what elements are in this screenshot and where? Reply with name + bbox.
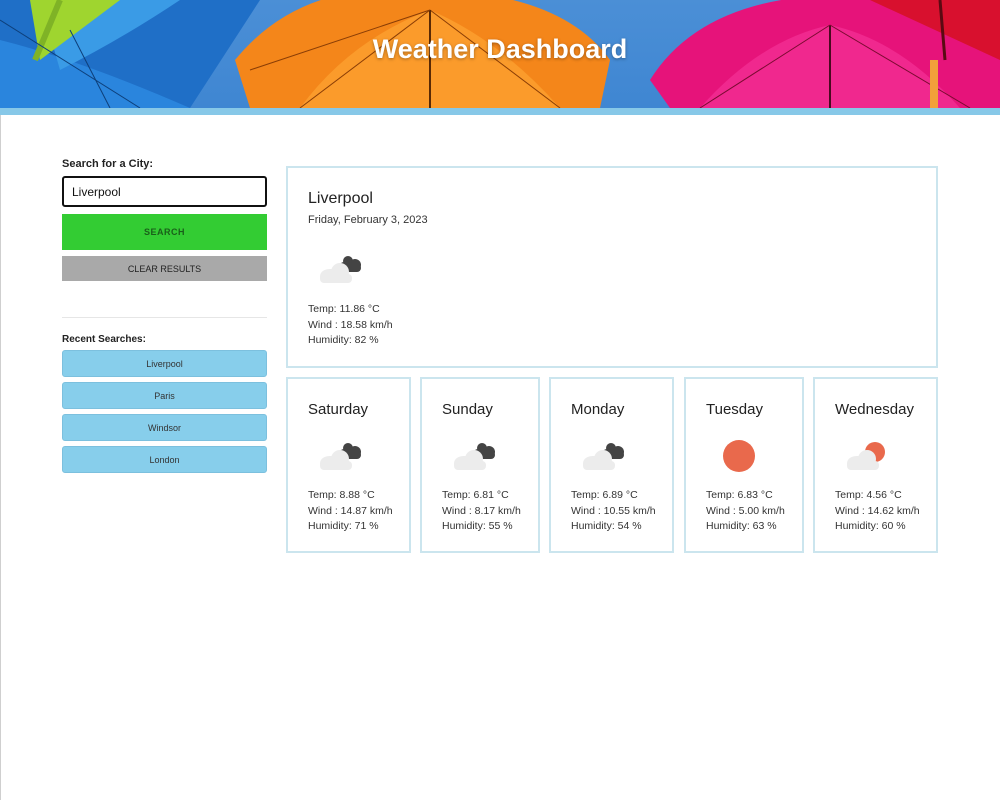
sun-icon	[714, 439, 764, 478]
search-input[interactable]	[62, 176, 267, 207]
forecast-temp: Temp: 8.88 °C	[308, 489, 375, 501]
forecast-temp: Temp: 6.83 °C	[706, 489, 773, 501]
recent-search-item[interactable]: Liverpool	[62, 350, 267, 377]
forecast-temp: Temp: 4.56 °C	[835, 489, 902, 501]
current-stats: Temp: 11.86 °C Wind : 18.58 km/h Humidit…	[308, 302, 393, 349]
recent-searches-label: Recent Searches:	[62, 334, 146, 345]
recent-searches-list: Liverpool Paris Windsor London	[62, 350, 267, 473]
current-date: Friday, February 3, 2023	[308, 214, 428, 226]
forecast-stats: Temp: 6.81 °C Wind : 8.17 km/h Humidity:…	[442, 488, 521, 535]
forecast-humidity: Humidity: 63 %	[706, 520, 777, 532]
forecast-card: Saturday Temp: 8.88 °C Wind : 14.87 km/h…	[286, 377, 411, 553]
forecast-day: Wednesday	[835, 401, 914, 418]
cloudy-icon	[316, 252, 366, 291]
forecast-temp: Temp: 6.81 °C	[442, 489, 509, 501]
recent-search-item[interactable]: Paris	[62, 382, 267, 409]
search-label: Search for a City:	[62, 158, 154, 170]
forecast-card: Sunday Temp: 6.81 °C Wind : 8.17 km/h Hu…	[420, 377, 540, 553]
header-divider	[0, 108, 1000, 115]
forecast-wind: Wind : 8.17 km/h	[442, 504, 521, 517]
forecast-wind: Wind : 5.00 km/h	[706, 504, 785, 517]
forecast-wind: Wind : 10.55 km/h	[571, 504, 656, 517]
forecast-humidity: Humidity: 71 %	[308, 520, 379, 532]
forecast-card: Monday Temp: 6.89 °C Wind : 10.55 km/h H…	[549, 377, 674, 553]
recent-search-item[interactable]: Windsor	[62, 414, 267, 441]
forecast-humidity: Humidity: 55 %	[442, 520, 513, 532]
sidebar: Search for a City: SEARCH CLEAR RESULTS …	[62, 158, 267, 478]
forecast-humidity: Humidity: 60 %	[835, 520, 906, 532]
current-temp: Temp: 11.86 °C	[308, 303, 380, 315]
forecast-card: Tuesday Temp: 6.83 °C Wind : 5.00 km/h H…	[684, 377, 804, 553]
forecast-temp: Temp: 6.89 °C	[571, 489, 638, 501]
current-humidity: Humidity: 82 %	[308, 334, 379, 346]
sidebar-divider	[62, 317, 267, 318]
cloudy-icon	[450, 439, 500, 478]
current-city: Liverpool	[308, 190, 373, 207]
forecast-day: Monday	[571, 401, 625, 418]
current-weather-card: Liverpool Friday, February 3, 2023 Temp:…	[286, 166, 938, 368]
forecast-wind: Wind : 14.87 km/h	[308, 504, 393, 517]
forecast-day: Saturday	[308, 401, 369, 418]
forecast-stats: Temp: 6.83 °C Wind : 5.00 km/h Humidity:…	[706, 488, 785, 535]
header-banner: Weather Dashboard	[0, 0, 1000, 108]
recent-search-item[interactable]: London	[62, 446, 267, 473]
partly-cloudy-icon	[843, 439, 893, 478]
page-left-border	[0, 115, 1, 800]
forecast-wind: Wind : 14.62 km/h	[835, 504, 920, 517]
forecast-stats: Temp: 8.88 °C Wind : 14.87 km/h Humidity…	[308, 488, 393, 535]
forecast-day: Tuesday	[706, 401, 763, 418]
search-button[interactable]: SEARCH	[62, 214, 267, 250]
cloudy-icon	[316, 439, 366, 478]
forecast-stats: Temp: 4.56 °C Wind : 14.62 km/h Humidity…	[835, 488, 920, 535]
clear-results-button[interactable]: CLEAR RESULTS	[62, 256, 267, 281]
forecast-humidity: Humidity: 54 %	[571, 520, 642, 532]
forecast-card: Wednesday Temp: 4.56 °C Wind : 14.62 km/…	[813, 377, 938, 553]
cloudy-icon	[579, 439, 629, 478]
page-title: Weather Dashboard	[372, 34, 628, 64]
forecast-stats: Temp: 6.89 °C Wind : 10.55 km/h Humidity…	[571, 488, 656, 535]
forecast-day: Sunday	[442, 401, 493, 418]
current-wind: Wind : 18.58 km/h	[308, 318, 393, 331]
